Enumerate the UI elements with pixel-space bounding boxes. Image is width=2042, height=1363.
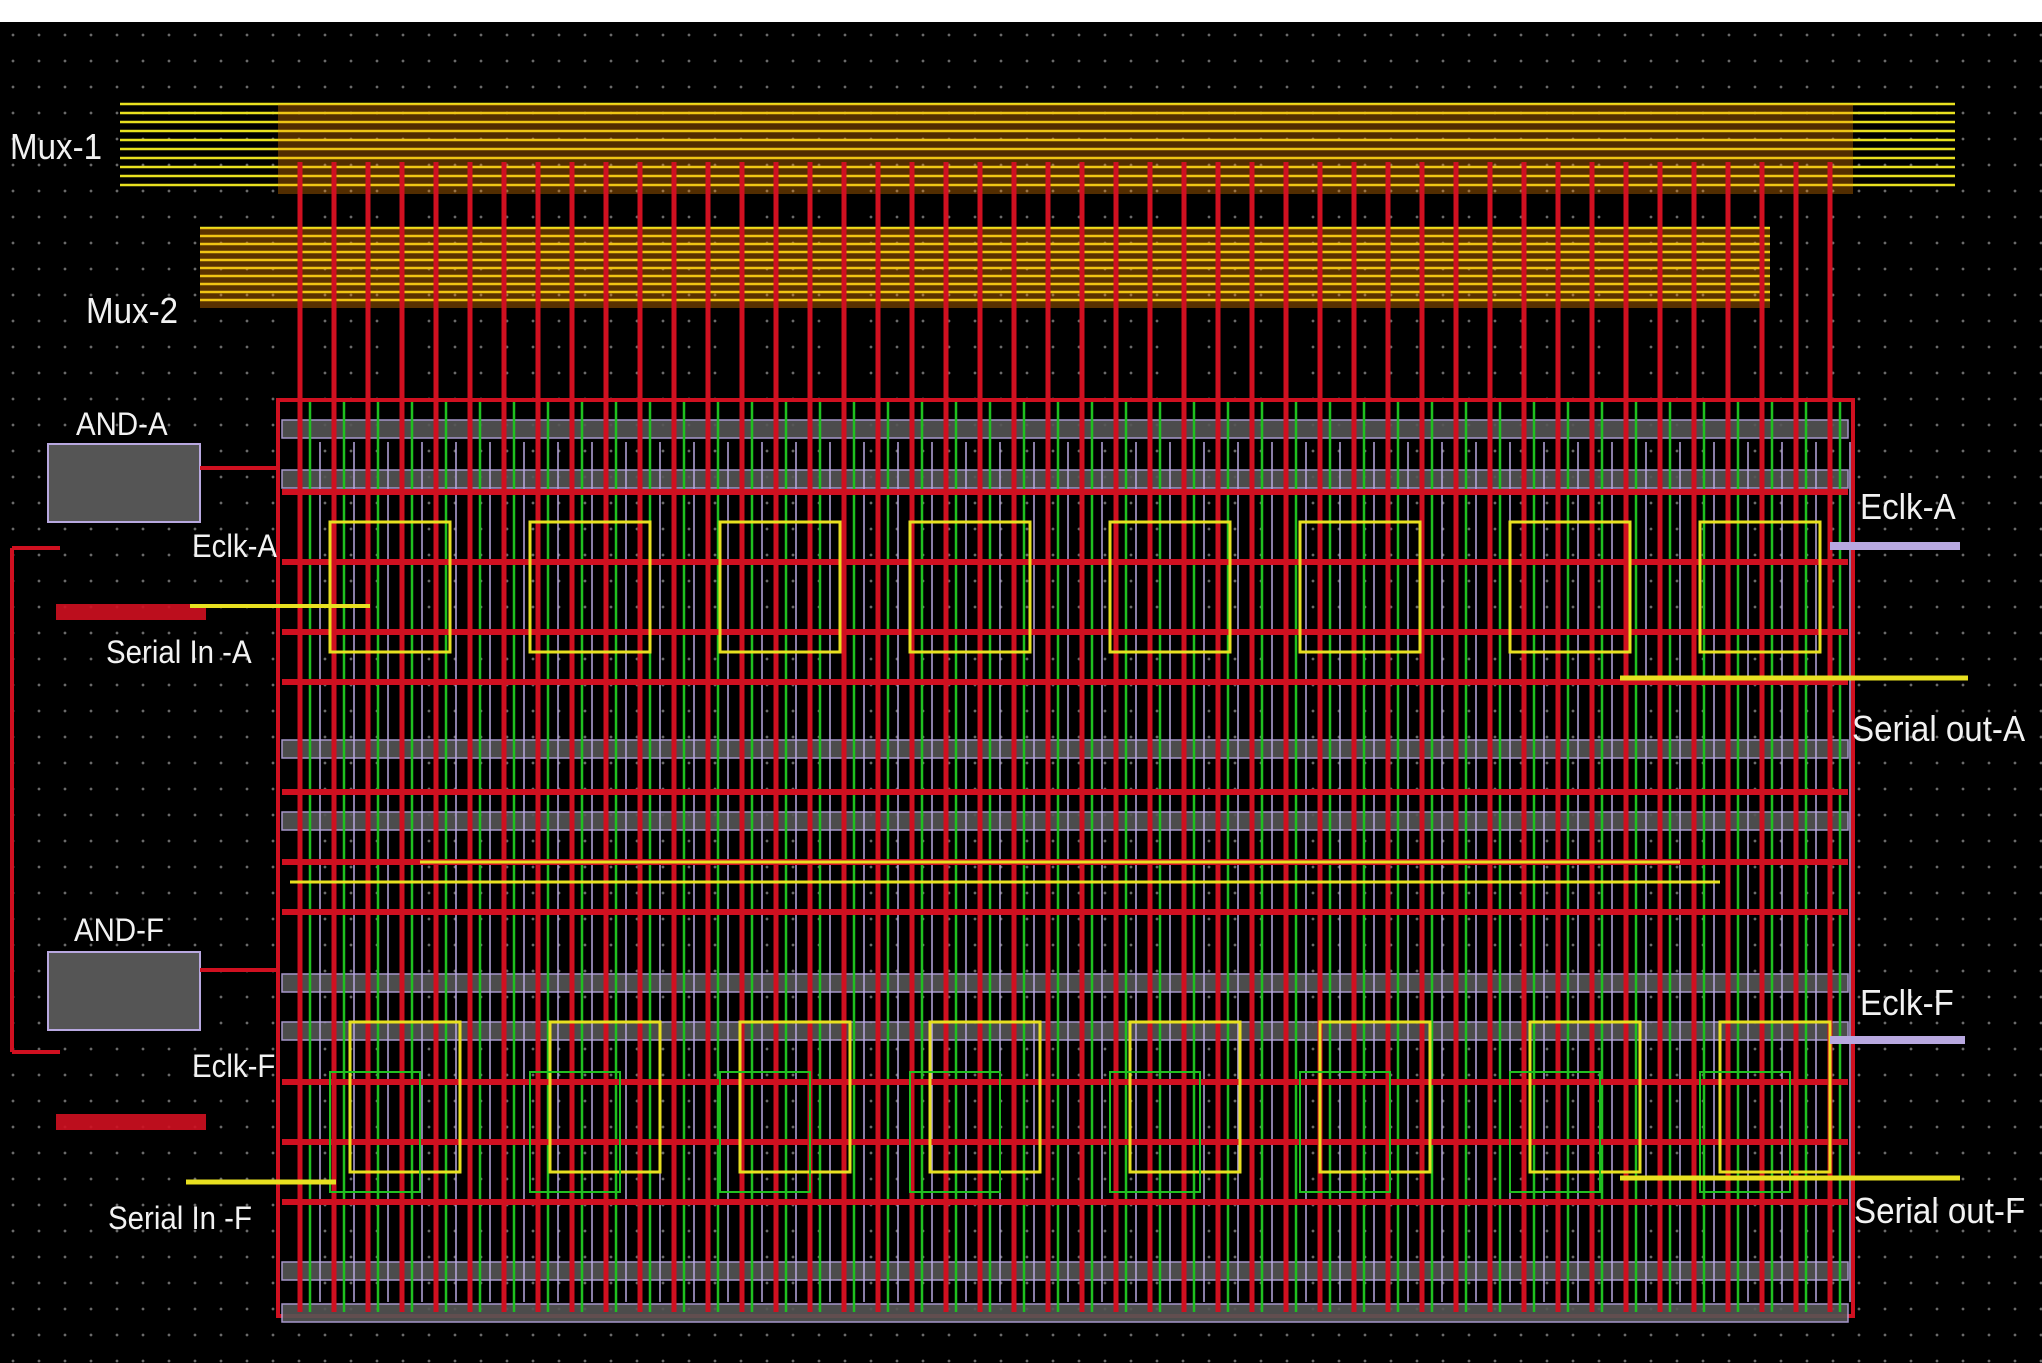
power-rail — [281, 1021, 1849, 1041]
mux1-bus-fill — [278, 104, 1853, 194]
eclk-a-right-label: Eclk-A — [1860, 486, 1956, 527]
and-f-gate — [47, 951, 201, 1031]
ff-routing-f — [1718, 1020, 1832, 1174]
serial-in-f-label: Serial In -F — [108, 1200, 252, 1236]
power-rail — [281, 419, 1849, 439]
and-gates — [10, 443, 206, 1130]
ff-diffusion — [1299, 1071, 1391, 1193]
mux1-label: Mux-1 — [10, 126, 103, 167]
serial-in-a-label: Serial In -A — [106, 634, 252, 670]
power-rail — [281, 1261, 1849, 1281]
layout-svg — [10, 102, 1968, 1323]
and-f-label: AND-F — [74, 912, 164, 948]
mux2-label: Mux-2 — [86, 290, 179, 331]
power-rail — [281, 973, 1849, 993]
power-rail — [281, 739, 1849, 759]
ff-routing-f — [1318, 1020, 1432, 1174]
power-rail — [281, 469, 1849, 489]
layout-canvas: Mux-1 Mux-2 AND-A Eclk-A Serial In -A Ec… — [0, 22, 2042, 1363]
and-a-label: AND-A — [76, 406, 168, 442]
power-rail — [281, 1303, 1849, 1323]
mux1-bus — [120, 102, 1955, 194]
eclk-f-left-label: Eclk-F — [192, 1048, 276, 1084]
eclk-a-left-label: Eclk-A — [192, 528, 278, 564]
ff-routing-f — [738, 1020, 852, 1174]
and-a-gate — [47, 443, 201, 523]
serial-in-a-pad — [56, 604, 206, 620]
power-rail — [281, 811, 1849, 831]
serial-out-a-label: Serial out-A — [1852, 708, 2026, 749]
shift-register-core — [276, 162, 1968, 1323]
eclk-f-right-label: Eclk-F — [1860, 982, 1954, 1023]
serial-out-f-label: Serial out-F — [1854, 1190, 2026, 1231]
serial-in-f-pad — [56, 1114, 206, 1130]
